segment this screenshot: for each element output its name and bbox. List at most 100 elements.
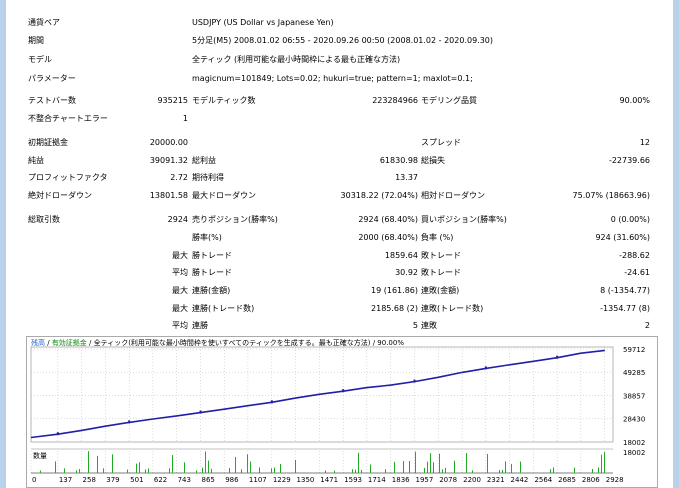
volume-bar [511,463,512,473]
ticks-value: 223284966 [372,96,418,105]
volume-bar [553,467,554,473]
volume-bar [505,461,506,473]
volume-bar [271,468,272,473]
cons-win-money-value: 19 (161.86) [371,286,418,295]
total-trades-value: 2924 [167,215,188,224]
x-tick-label: 1593 [344,476,362,484]
avg-loss-value: -24.61 [624,268,650,277]
x-tick-label: 743 [178,476,191,484]
x-tick-label: 2078 [439,476,457,484]
period-label: 期間 [28,36,44,45]
volume-bar [250,461,251,473]
x-tick-label: 2564 [534,476,552,484]
max-drawdown-value: 30318.22 (72.04%) [340,191,418,200]
volume-bar [325,470,326,473]
x-tick-label: 379 [106,476,119,484]
absolute-drawdown-label: 絶対ドローダウン [28,191,92,200]
volume-bar [103,468,104,473]
relative-drawdown-value: 75.07% (18663.96) [572,191,650,200]
volume-bar [355,469,356,473]
x-tick-label: 2442 [511,476,529,484]
y-tick-label: 59712 [623,346,645,354]
ticks-label: モデルティック数 [192,96,256,105]
volume-bar [88,451,89,473]
x-tick-label: 622 [154,476,167,484]
y-tick-label: 49285 [623,369,645,377]
balance-marker [199,410,202,414]
quality-label: モデリング品質 [421,96,477,105]
x-tick-label: 1836 [392,476,410,484]
avg-label-1: 平均 [172,268,188,277]
max-label-2: 最大 [172,286,188,295]
chart-plot: 0 137 258 379 501 622 743 865 986 1107 1229 1350 147… [30,346,645,484]
x-tick-label: 2200 [463,476,481,484]
x-tick-label: 865 [202,476,215,484]
volume-bar [79,469,80,473]
largest-loss-label: 敗トレード [421,251,461,260]
gross-loss-label: 総損失 [421,156,445,165]
volume-bar [202,467,203,473]
net-profit-value: 39091.32 [149,156,188,165]
y-tick-label: 38857 [623,392,645,400]
volume-bar [499,470,500,473]
cons-win-money-label: 連勝(金額) [192,286,231,295]
relative-drawdown-label: 相対ドローダウン [421,191,485,200]
volume-bar [604,452,605,473]
volume-bar [433,462,434,473]
max-label-3: 最大 [172,304,188,313]
x-tick-label: 2806 [582,476,600,484]
volume-bar [403,461,404,473]
volume-bar [169,468,170,473]
volume-bar [247,454,248,473]
avg-label-2: 平均 [172,321,188,330]
balance-marker [342,389,345,393]
volume-bar [520,461,521,473]
volume-bar [370,464,371,473]
loss-rate-label: 負率 (%) [421,233,454,242]
volume-bar [235,456,236,473]
x-tick-label: 2928 [606,476,624,484]
volume-bar [427,461,428,473]
x-tick-label: 0 [32,476,36,484]
cons-win-trades-value: 2185.68 (2) [371,304,418,313]
gross-profit-value: 61830.98 [379,156,418,165]
profit-factor-value: 2.72 [170,173,188,182]
avg-loss-label: 敗トレード [421,268,461,277]
volume-bar [97,455,98,473]
volume-bar [454,460,455,473]
volume-bar [184,462,185,473]
avg-win-label: 勝トレード [192,268,232,277]
y-tick-label: 18002 [623,439,645,447]
errors-label: 不整合チャートエラー [28,114,108,123]
cons-loss-trades-label: 連敗(トレード数) [421,304,484,313]
spread-label: スプレッド [421,138,461,147]
volume-bar [208,460,209,473]
symbol-value: USDJPY (US Dollar vs Japanese Yen) [192,18,334,27]
win-rate-label: 勝率(%) [192,233,222,242]
volume-bar [295,459,296,473]
volume-bar [139,462,140,473]
volume-bar [442,469,443,473]
volume-bar [592,469,593,473]
volume-bar [598,467,599,473]
x-tick-label: 1229 [273,476,291,484]
bars-label: テストバー数 [28,96,76,105]
window-frame-left [0,0,6,488]
volume-bar [205,451,206,473]
volume-bar [502,469,503,473]
short-positions-value: 2924 (68.40%) [358,215,418,224]
long-positions-label: 買いポジション(勝率%) [421,215,507,224]
x-tick-label: 1471 [320,476,338,484]
model-value: 全ティック (利用可能な最小時間枠による最も正確な方法) [192,55,401,64]
x-tick-label: 2321 [487,476,505,484]
volume-bar [274,467,275,473]
volume-bar [55,461,56,473]
total-trades-label: 総取引数 [28,215,60,224]
gross-loss-value: -22739.66 [608,156,650,165]
largest-loss-value: -288.62 [619,251,650,260]
volume-bar [280,463,281,473]
volume-bar [76,470,77,473]
bars-value: 935215 [157,96,188,105]
expected-payoff-label: 期待利得 [192,173,224,182]
volume-label: 数量 [33,451,47,460]
